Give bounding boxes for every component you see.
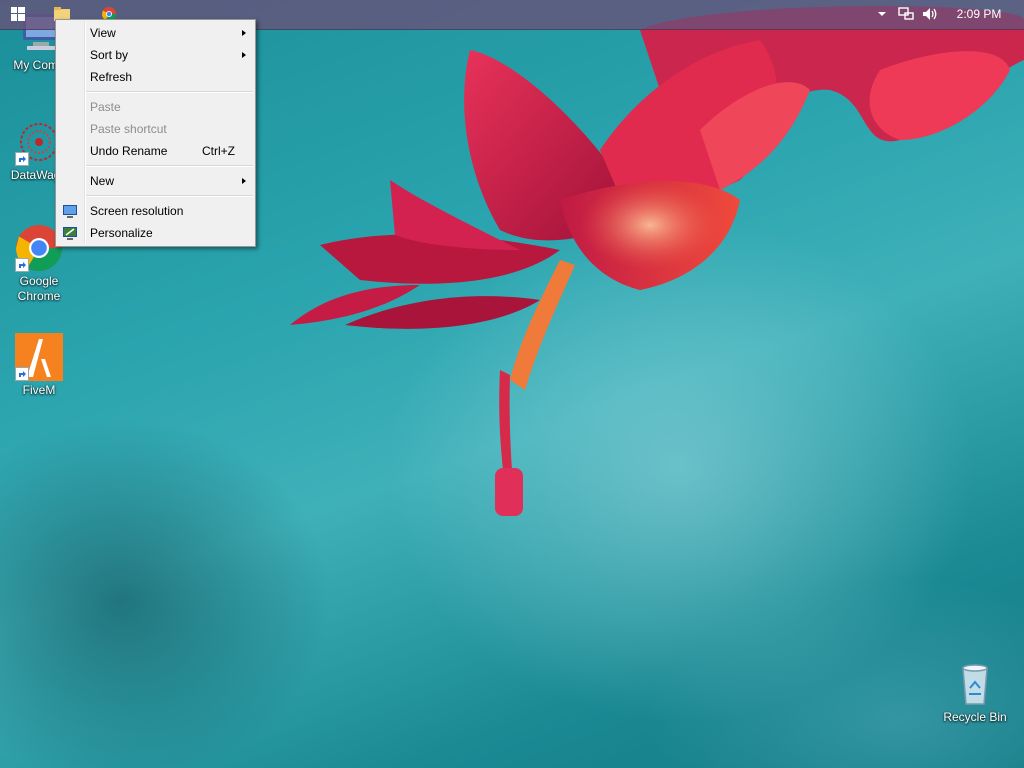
menu-item-screen-resolution[interactable]: Screen resolution <box>56 200 255 222</box>
menu-separator <box>86 195 253 197</box>
shortcut-arrow-icon <box>15 367 29 381</box>
menu-item-shortcut: Ctrl+Z <box>202 144 235 158</box>
desktop-icon-fivem[interactable]: FiveM <box>1 333 77 398</box>
submenu-arrow-icon <box>242 178 246 184</box>
menu-separator <box>86 91 253 93</box>
shortcut-arrow-icon <box>15 152 29 166</box>
menu-item-label: Refresh <box>90 70 133 84</box>
menu-separator <box>86 165 253 167</box>
fivem-icon <box>15 333 63 381</box>
menu-item-sort-by[interactable]: Sort by <box>56 44 255 66</box>
screen-resolution-icon <box>62 203 78 219</box>
personalize-icon <box>62 225 78 241</box>
network-icon[interactable] <box>897 5 915 23</box>
menu-item-paste: Paste <box>56 96 255 118</box>
shortcut-arrow-icon <box>15 258 29 272</box>
menu-item-label: View <box>90 26 116 40</box>
menu-item-label: Sort by <box>90 48 129 62</box>
recycle-bin-icon <box>951 660 999 708</box>
menu-item-paste-shortcut: Paste shortcut <box>56 118 255 140</box>
desktop[interactable]: 2:09 PM My Comp DataWago Google Chrome F… <box>0 0 1024 768</box>
menu-item-label: Undo Rename <box>90 144 168 158</box>
taskbar-clock[interactable]: 2:09 PM <box>934 0 1024 29</box>
submenu-arrow-icon <box>242 52 246 58</box>
desktop-icon-label: Google Chrome <box>17 274 61 303</box>
show-hidden-icons-chevron[interactable] <box>873 5 891 23</box>
menu-item-label: Personalize <box>90 226 153 240</box>
menu-item-label: Paste shortcut <box>90 122 167 136</box>
menu-item-view[interactable]: View <box>56 22 255 44</box>
menu-item-label: Screen resolution <box>90 204 184 218</box>
menu-item-personalize[interactable]: Personalize <box>56 222 255 244</box>
desktop-icon-recycle-bin[interactable]: Recycle Bin <box>937 660 1013 725</box>
desktop-context-menu: View Sort by Refresh Paste Paste shortcu… <box>55 19 256 247</box>
menu-item-new[interactable]: New <box>56 170 255 192</box>
menu-item-refresh[interactable]: Refresh <box>56 66 255 88</box>
desktop-icon-label: Recycle Bin <box>943 710 1007 724</box>
windows-start-icon[interactable] <box>9 5 27 23</box>
menu-item-label: Paste <box>90 100 121 114</box>
menu-item-label: New <box>90 174 115 188</box>
submenu-arrow-icon <box>242 30 246 36</box>
desktop-icon-label: FiveM <box>22 383 56 397</box>
menu-item-undo-rename[interactable]: Undo Rename Ctrl+Z <box>56 140 255 162</box>
